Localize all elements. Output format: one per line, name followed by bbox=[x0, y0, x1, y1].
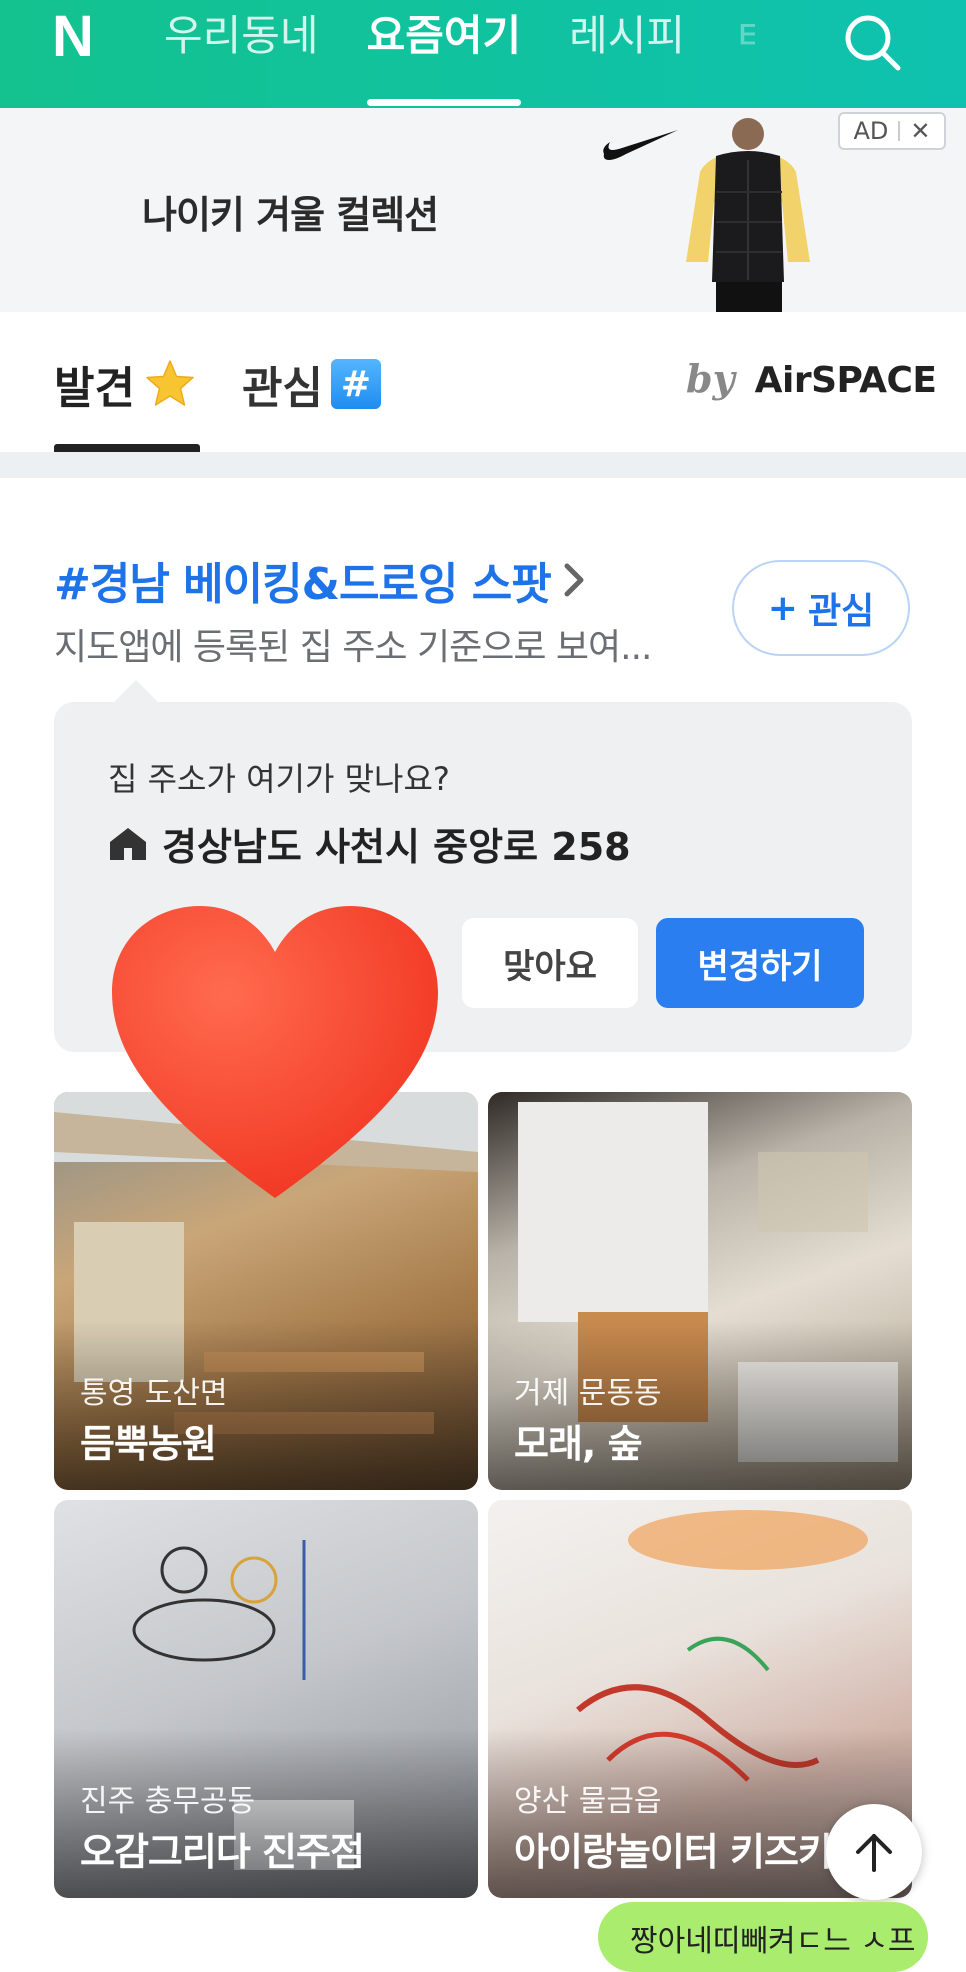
model-photo bbox=[686, 118, 810, 312]
bottom-floating-pill[interactable]: 짱아네띠빼켜ㄷ느 ㅅ프 bbox=[598, 1902, 928, 1972]
heart-icon bbox=[112, 906, 438, 1198]
place-name: 아이랑놀이터 키즈키... bbox=[514, 1830, 873, 1874]
ad-headline: 나이키 겨울 컬렉션 bbox=[142, 193, 439, 237]
topic-title: #경남 베이킹&드로잉 스팟 bbox=[54, 559, 552, 610]
tab-more[interactable]: ㅌ bbox=[709, 0, 755, 108]
tab-interest-label: 관심 bbox=[242, 363, 323, 414]
arrow-up-icon bbox=[856, 1834, 892, 1872]
search-icon bbox=[845, 15, 901, 71]
section-divider bbox=[0, 452, 966, 478]
top-navigation-bar: N 우리동네 요즘여기 레시피 ㅌ bbox=[0, 0, 966, 108]
chevron-right-icon bbox=[564, 563, 584, 597]
plus-icon: + bbox=[767, 587, 798, 629]
place-location: 통영 도산면 bbox=[80, 1376, 228, 1411]
place-card[interactable]: 거제 문동동 모래, 숲 bbox=[488, 1092, 912, 1490]
star-icon bbox=[146, 360, 194, 406]
address-row: 경상남도 사천시 중앙로 258 bbox=[108, 816, 631, 871]
ad-banner[interactable]: 나이키 겨울 컬렉션 AD ✕ bbox=[0, 108, 966, 312]
change-address-button[interactable]: 변경하기 bbox=[656, 918, 864, 1008]
confirm-address-button[interactable]: 맞아요 bbox=[462, 918, 638, 1008]
tab-neighborhood[interactable]: 우리동네 bbox=[160, 0, 343, 108]
close-icon[interactable]: ✕ bbox=[910, 117, 930, 145]
address-question: 집 주소가 여기가 맞나요? bbox=[108, 760, 450, 798]
ad-badge[interactable]: AD ✕ bbox=[838, 112, 946, 150]
topic-subtitle: 지도앱에 등록된 집 주소 기준으로 보여... bbox=[54, 627, 652, 668]
address-text: 경상남도 사천시 중앙로 258 bbox=[162, 825, 631, 869]
tab-trending[interactable]: 요즘여기 bbox=[343, 0, 546, 108]
place-location: 거제 문동동 bbox=[514, 1376, 662, 1411]
place-location: 양산 물금읍 bbox=[514, 1784, 662, 1819]
content-subtabs: 발견 관심 # by AirSPACE bbox=[0, 312, 966, 452]
tab-interest[interactable]: 관심 # bbox=[242, 352, 381, 416]
active-tab-indicator bbox=[54, 444, 200, 452]
place-name: 모래, 숲 bbox=[514, 1422, 643, 1466]
nav-tabs: 우리동네 요즘여기 레시피 ㅌ bbox=[160, 0, 755, 108]
topic-title-link[interactable]: #경남 베이킹&드로잉 스팟 bbox=[54, 548, 587, 612]
naver-logo[interactable]: N bbox=[52, 8, 110, 66]
tab-discover-label: 발견 bbox=[54, 363, 135, 414]
nike-swoosh-icon bbox=[603, 130, 678, 160]
place-name: 듬뿍농원 bbox=[80, 1422, 217, 1466]
tab-recipe[interactable]: 레시피 bbox=[545, 0, 709, 108]
place-name: 오감그리다 진주점 bbox=[80, 1830, 365, 1874]
provider-byline: by AirSPACE bbox=[686, 356, 937, 401]
follow-label: 관심 bbox=[807, 591, 875, 632]
hashtag-icon: # bbox=[330, 359, 381, 409]
home-icon bbox=[110, 827, 146, 860]
ad-label: AD bbox=[853, 117, 889, 145]
search-button[interactable] bbox=[840, 10, 906, 76]
provider-name: AirSPACE bbox=[754, 360, 937, 401]
scroll-to-top-button[interactable] bbox=[826, 1804, 922, 1900]
ad-badge-divider bbox=[898, 121, 901, 141]
byline-by: by bbox=[686, 356, 735, 401]
tab-discover[interactable]: 발견 bbox=[54, 352, 197, 416]
follow-button[interactable]: + 관심 bbox=[732, 560, 910, 656]
place-location: 진주 충무공동 bbox=[80, 1784, 256, 1819]
place-card[interactable]: 진주 충무공동 오감그리다 진주점 bbox=[54, 1500, 478, 1898]
